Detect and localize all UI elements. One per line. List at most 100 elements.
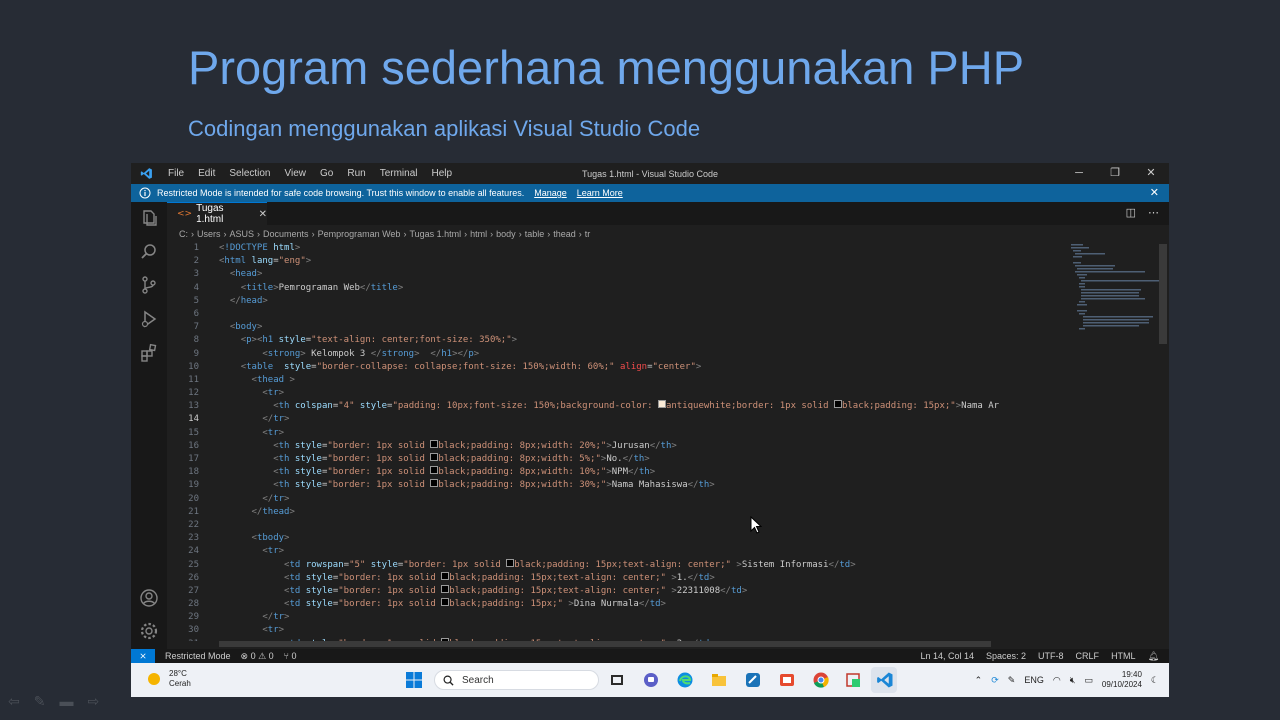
menu-go[interactable]: Go — [313, 168, 340, 179]
code-line[interactable]: 20 </tr> — [167, 493, 1069, 506]
code-line[interactable]: 30 <tr> — [167, 624, 1069, 637]
breadcrumb-item[interactable]: Pemprograman Web — [318, 229, 401, 239]
code-line[interactable]: 10 <table style="border-collapse: collap… — [167, 361, 1069, 374]
manage-link[interactable]: Manage — [534, 188, 567, 198]
battery-icon[interactable]: ▭ — [1084, 675, 1093, 686]
close-banner-icon[interactable]: ✕ — [1150, 186, 1159, 199]
breadcrumb-item[interactable]: Tugas 1.html — [409, 229, 461, 239]
breadcrumb-item[interactable]: tr — [585, 229, 591, 239]
vscode-taskbar-icon[interactable] — [876, 671, 894, 689]
code-line[interactable]: 29 </tr> — [167, 611, 1069, 624]
edge-browser-icon[interactable] — [676, 671, 694, 689]
close-window-icon[interactable]: ✕ — [1133, 163, 1169, 184]
code-line[interactable]: 1 <!DOCTYPE html> — [167, 242, 1069, 255]
code-line[interactable]: 15 <tr> — [167, 427, 1069, 440]
remote-indicator-icon[interactable]: ⨯ — [131, 649, 155, 663]
weather-widget[interactable]: 28°C Cerah — [145, 669, 191, 689]
close-tab-icon[interactable]: ✕ — [259, 209, 267, 220]
breadcrumb-item[interactable]: table — [525, 229, 545, 239]
problems-status[interactable]: ⊗ 0 ⚠ 0 — [241, 651, 274, 662]
menu-file[interactable]: File — [161, 168, 191, 179]
code-line[interactable]: 24 <tr> — [167, 545, 1069, 558]
more-actions-icon[interactable]: ⋯ — [1148, 206, 1159, 219]
chevron-up-icon[interactable]: ⌃ — [975, 675, 983, 686]
code-line[interactable]: 2 <html lang="eng"> — [167, 255, 1069, 268]
code-line[interactable]: 6 — [167, 308, 1069, 321]
run-debug-icon[interactable] — [139, 309, 159, 329]
pen-tray-icon[interactable]: ✎ — [1008, 675, 1016, 686]
extensions-icon[interactable] — [139, 343, 159, 363]
encoding[interactable]: UTF-8 — [1038, 651, 1064, 662]
menu-view[interactable]: View — [278, 168, 314, 179]
previous-slide-icon[interactable]: ⇦ — [8, 693, 20, 710]
menu-selection[interactable]: Selection — [222, 168, 277, 179]
task-view-icon[interactable] — [608, 671, 626, 689]
tab-tugas-1-html[interactable]: <> Tugas 1.html ✕ — [167, 202, 267, 225]
code-line[interactable]: 8 <p><h1 style="text-align: center;font-… — [167, 334, 1069, 347]
code-line[interactable]: 7 <body> — [167, 321, 1069, 334]
teams-chat-icon[interactable] — [642, 671, 660, 689]
code-line[interactable]: 18 <th style="border: 1px solid black;pa… — [167, 466, 1069, 479]
vertical-scrollbar[interactable] — [1159, 244, 1167, 344]
menu-help[interactable]: Help — [425, 168, 460, 179]
menu-edit[interactable]: Edit — [191, 168, 222, 179]
volume-mute-icon[interactable]: 🔇︎ — [1070, 675, 1076, 686]
chrome-icon[interactable] — [812, 671, 830, 689]
source-control-icon[interactable] — [139, 275, 159, 295]
restricted-mode-status[interactable]: Restricted Mode — [165, 651, 231, 661]
code-line[interactable]: 19 <th style="border: 1px solid black;pa… — [167, 479, 1069, 492]
update-icon[interactable]: ⟳ — [991, 675, 999, 686]
breadcrumb-item[interactable]: Users — [197, 229, 221, 239]
code-line[interactable]: 5 </head> — [167, 295, 1069, 308]
horizontal-scrollbar[interactable] — [219, 641, 991, 647]
restore-icon[interactable]: ❐ — [1097, 163, 1133, 184]
clock[interactable]: 19:40 09/10/2024 — [1102, 670, 1142, 690]
code-line[interactable]: 12 <tr> — [167, 387, 1069, 400]
breadcrumb-item[interactable]: thead — [553, 229, 576, 239]
app-icon[interactable] — [844, 671, 862, 689]
learn-more-link[interactable]: Learn More — [577, 188, 623, 198]
next-slide-icon[interactable]: ⇨ — [87, 693, 99, 710]
menu-run[interactable]: Run — [340, 168, 372, 179]
code-line[interactable]: 4 <title>Pemrograman Web</title> — [167, 282, 1069, 295]
menu-terminal[interactable]: Terminal — [373, 168, 425, 179]
minimap[interactable] — [1071, 242, 1159, 332]
wifi-icon[interactable]: ◠ — [1053, 675, 1061, 686]
code-line[interactable]: 27 <td style="border: 1px solid black;pa… — [167, 584, 1069, 598]
indentation[interactable]: Spaces: 2 — [986, 651, 1026, 662]
code-line[interactable]: 21 </thead> — [167, 506, 1069, 519]
code-line[interactable]: 23 <tbody> — [167, 532, 1069, 545]
split-editor-icon[interactable]: ◫ — [1126, 206, 1136, 219]
account-icon[interactable] — [139, 588, 159, 608]
settings-gear-icon[interactable] — [139, 621, 159, 641]
file-explorer-icon[interactable] — [710, 671, 728, 689]
code-line[interactable]: 28 <td style="border: 1px solid black;pa… — [167, 598, 1069, 611]
snipping-tool-icon[interactable] — [778, 671, 796, 689]
code-line[interactable]: 22 — [167, 519, 1069, 532]
notifications-icon[interactable]: ☾ — [1151, 675, 1159, 686]
windows-start-icon[interactable] — [405, 671, 423, 689]
explorer-icon[interactable] — [139, 208, 159, 228]
code-line[interactable]: 3 <head> — [167, 268, 1069, 281]
taskbar-search[interactable]: Search — [434, 670, 599, 690]
ports-status[interactable]: ⑂ 0 — [284, 651, 297, 661]
end-of-line[interactable]: CRLF — [1076, 651, 1100, 662]
breadcrumb-item[interactable]: C: — [179, 229, 188, 239]
language-mode[interactable]: HTML — [1111, 651, 1136, 662]
code-line[interactable]: 17 <th style="border: 1px solid black;pa… — [167, 453, 1069, 466]
breadcrumb-item[interactable]: html — [470, 229, 487, 239]
breadcrumb-item[interactable]: Documents — [263, 229, 309, 239]
breadcrumb-item[interactable]: body — [496, 229, 516, 239]
slides-overview-icon[interactable]: ▬ — [59, 693, 73, 710]
code-line[interactable]: 9 <strong> Kelompok 3 </strong> </h1></p… — [167, 348, 1069, 361]
input-language[interactable]: ENG — [1024, 675, 1044, 685]
notifications-bell-icon[interactable]: 🔔︎ — [1148, 651, 1159, 662]
code-line[interactable]: 16 <th style="border: 1px solid black;pa… — [167, 439, 1069, 453]
search-icon[interactable] — [139, 242, 159, 262]
code-line[interactable]: 11 <thead > — [167, 374, 1069, 387]
pen-app-icon[interactable] — [744, 671, 762, 689]
code-line[interactable]: 14 </tr> — [167, 413, 1069, 426]
code-line[interactable]: 26 <td style="border: 1px solid black;pa… — [167, 571, 1069, 585]
code-line[interactable]: 13 <th colspan="4" style="padding: 10px;… — [167, 400, 1069, 413]
code-line[interactable]: 25 <td rowspan="5" style="border: 1px so… — [167, 558, 1069, 572]
